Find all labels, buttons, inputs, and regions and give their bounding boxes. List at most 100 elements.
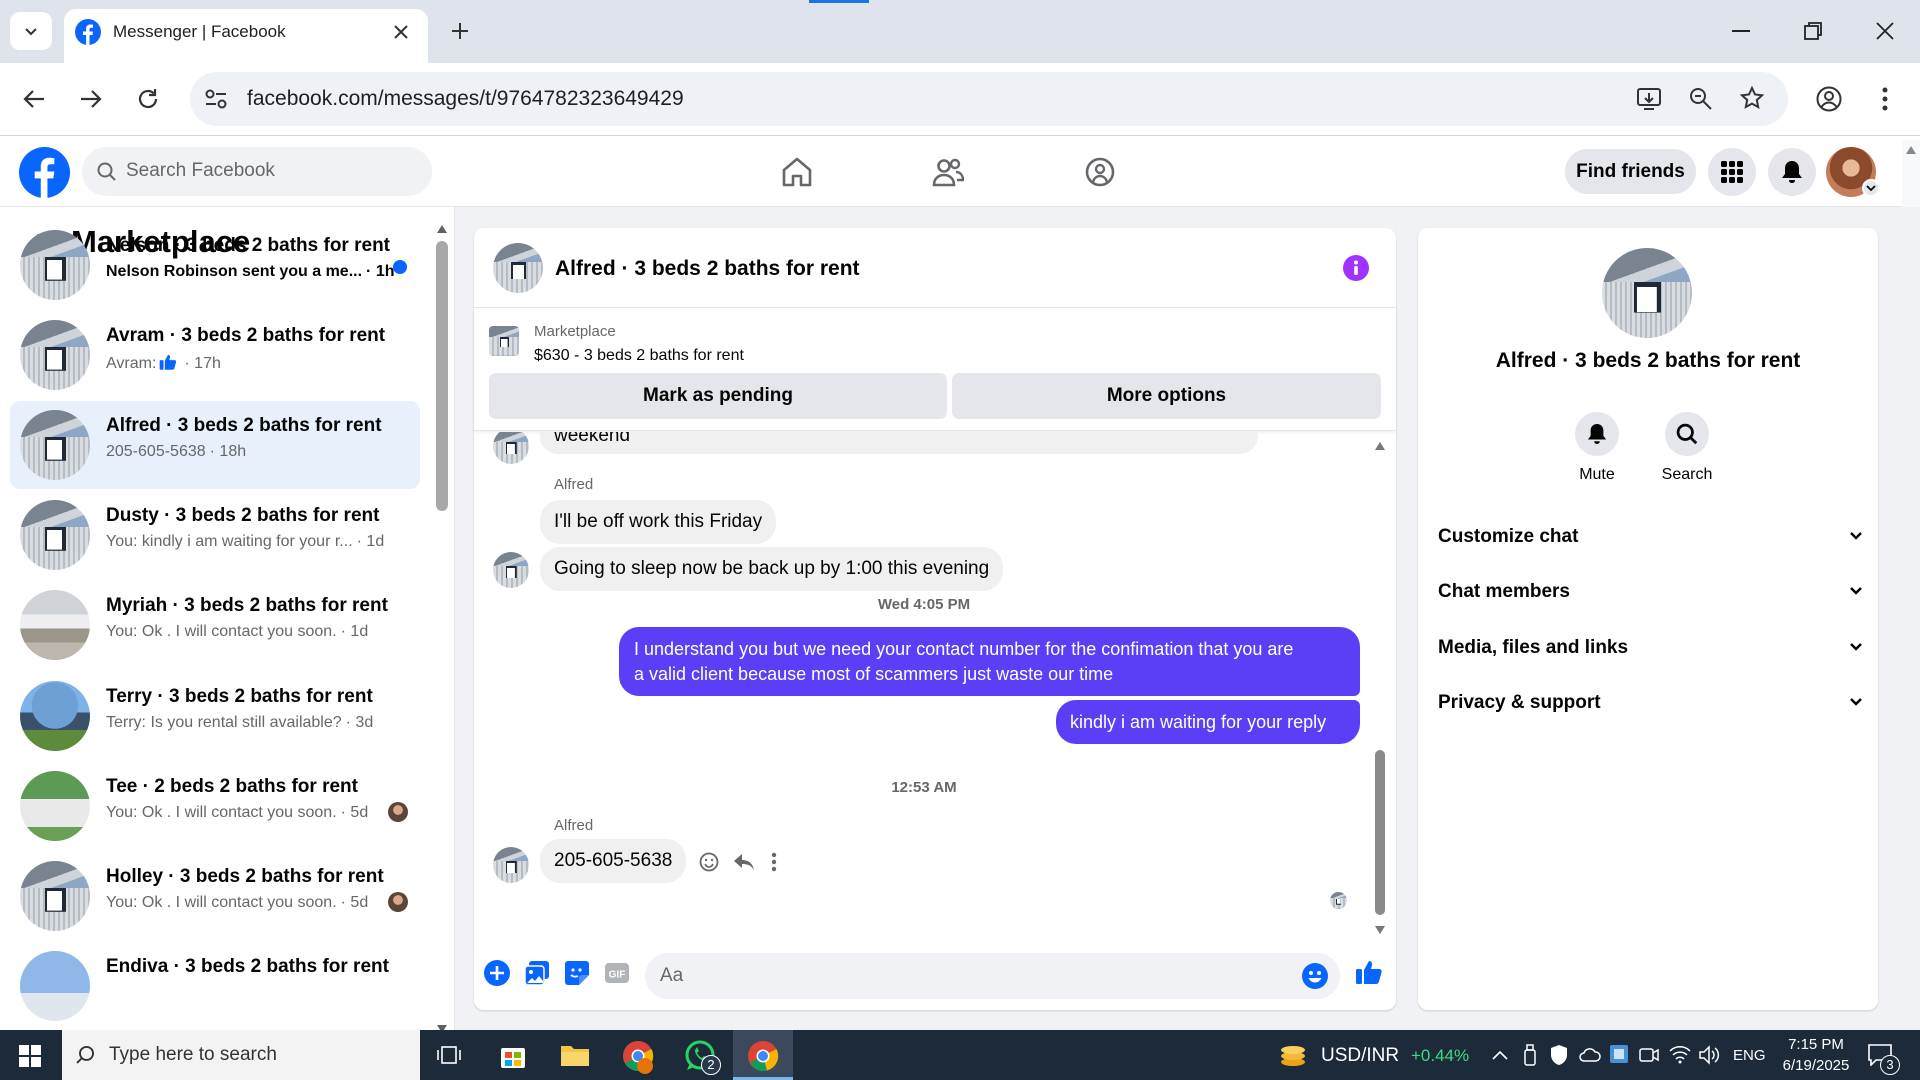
- more-options-button[interactable]: More options: [952, 373, 1381, 419]
- usb-device-icon[interactable]: [1524, 1044, 1536, 1066]
- chevron-down-icon: [1866, 185, 1876, 192]
- chat-avatar[interactable]: [493, 243, 543, 293]
- window-close-icon[interactable]: [1876, 22, 1894, 40]
- meet-now-icon[interactable]: [1639, 1045, 1659, 1065]
- message-input[interactable]: Aa: [645, 953, 1340, 999]
- notifications-button[interactable]: [1768, 148, 1816, 196]
- minimize-icon[interactable]: [1732, 30, 1750, 32]
- preview-text: You: kindly i am waiting for your r...: [106, 533, 353, 550]
- react-emoji-icon[interactable]: [699, 852, 719, 872]
- scroll-up-icon: [1375, 442, 1385, 450]
- browser-tab-messenger[interactable]: Messenger | Facebook: [64, 9, 428, 63]
- privacy-support-section[interactable]: Privacy & support: [1438, 683, 1863, 723]
- install-app-icon[interactable]: [1636, 86, 1662, 112]
- wifi-icon[interactable]: [1669, 1044, 1691, 1064]
- photo-icon[interactable]: [524, 960, 550, 986]
- account-dropdown[interactable]: [1862, 179, 1880, 197]
- chevron-up-icon[interactable]: [1492, 1050, 1508, 1060]
- message-bubble[interactable]: 205-605-5638: [540, 839, 687, 883]
- media-files-links-section[interactable]: Media, files and links: [1438, 628, 1863, 668]
- conversation-item[interactable]: Endiva · 3 beds 2 baths for rent: [10, 942, 420, 1030]
- microsoft-store-icon[interactable]: [499, 1042, 527, 1070]
- volume-icon[interactable]: [1699, 1045, 1721, 1065]
- kebab-menu-icon[interactable]: [1882, 87, 1888, 111]
- close-icon[interactable]: [394, 25, 408, 39]
- conversation-item[interactable]: Myriah · 3 beds 2 baths for rent You: Ok …: [10, 581, 420, 669]
- reload-icon[interactable]: [137, 88, 159, 110]
- thread-scrollbar[interactable]: [1372, 432, 1388, 938]
- conversation-name: Alfred · 3 beds 2 baths for rent: [106, 415, 382, 436]
- listing-banner: Marketplace $630 - 3 beds 2 baths for re…: [474, 309, 1396, 431]
- taskbar-active-app[interactable]: [733, 1030, 793, 1080]
- my-message-bubble[interactable]: I understand you but we need your contac…: [619, 627, 1360, 696]
- security-shield-icon[interactable]: [1549, 1044, 1569, 1066]
- taskbar-search-input[interactable]: Type here to search: [62, 1030, 420, 1080]
- conversation-avatar: [20, 500, 90, 570]
- system-clock[interactable]: 7:15 PM 6/19/2025: [1778, 1034, 1854, 1076]
- thread-scroll-thumb[interactable]: [1375, 750, 1385, 915]
- message-bubble[interactable]: Going to sleep now be back up by 1:00 th…: [540, 547, 1004, 591]
- back-arrow-icon[interactable]: [23, 89, 45, 109]
- details-name[interactable]: Alfred · 3 beds 2 baths for rent: [1418, 349, 1878, 373]
- message-bubble[interactable]: weekend: [540, 432, 1258, 454]
- message-line: I understand you but we need your contac…: [634, 639, 1294, 659]
- sender-avatar: [493, 432, 529, 464]
- conversation-item[interactable]: Holley · 3 beds 2 baths for rent You: Ok …: [10, 852, 420, 940]
- chat-title[interactable]: Alfred · 3 beds 2 baths for rent: [555, 257, 860, 281]
- ticker-symbol: USD/INR: [1321, 1045, 1400, 1066]
- windows-start-icon[interactable]: [19, 1045, 41, 1067]
- thumbs-up-icon[interactable]: [1355, 958, 1383, 986]
- friends-icon[interactable]: [932, 157, 964, 187]
- task-view-icon[interactable]: [437, 1044, 461, 1066]
- sticker-icon[interactable]: [564, 960, 590, 986]
- conversation-item[interactable]: Avram · 3 beds 2 baths for rent Avram: · 1…: [10, 311, 420, 399]
- mute-button[interactable]: Mute: [1573, 412, 1621, 484]
- listing-title[interactable]: $630 - 3 beds 2 baths for rent: [534, 347, 744, 365]
- tab-search-button[interactable]: [10, 12, 52, 50]
- facebook-header: Search Facebook Find friends: [0, 137, 1920, 207]
- message-input-placeholder: Aa: [660, 965, 684, 986]
- profile-icon[interactable]: [1816, 86, 1842, 112]
- onedrive-icon[interactable]: [1579, 1046, 1601, 1062]
- emoji-icon[interactable]: [1302, 963, 1328, 989]
- stocks-coins-icon[interactable]: [1279, 1042, 1307, 1068]
- zoom-icon[interactable]: [1689, 87, 1713, 111]
- language-indicator[interactable]: ENG: [1733, 1047, 1766, 1064]
- search-conversation-button[interactable]: Search: [1662, 412, 1712, 484]
- gif-icon[interactable]: GIF: [604, 960, 630, 986]
- reply-icon[interactable]: [733, 852, 755, 872]
- new-tab-plus-icon[interactable]: [451, 22, 469, 40]
- search-icon: [76, 1045, 94, 1064]
- conversation-item[interactable]: Tee · 2 beds 2 baths for rent You: Ok . I…: [10, 762, 420, 850]
- customize-chat-section[interactable]: Customize chat: [1438, 517, 1863, 557]
- more-dots-icon[interactable]: [771, 852, 777, 872]
- my-message-bubble[interactable]: kindly i am waiting for your reply: [1056, 700, 1360, 744]
- app-tray-icon[interactable]: [1609, 1044, 1629, 1064]
- conversation-item[interactable]: Alfred · 3 beds 2 baths for rent 205-605-…: [10, 401, 420, 489]
- conversation-item[interactable]: Terry · 3 beds 2 baths for rent Terry: Is…: [10, 672, 420, 760]
- conversation-item[interactable]: Dusty · 3 beds 2 baths for rent You: kind…: [10, 491, 420, 579]
- message-bubble[interactable]: I'll be off work this Friday: [540, 500, 777, 544]
- restore-icon[interactable]: [1804, 22, 1822, 40]
- conversation-item[interactable]: Nelson · 3 beds 2 baths for rent Nelson R…: [10, 221, 420, 309]
- forward-arrow-icon[interactable]: [80, 89, 102, 109]
- details-avatar[interactable]: [1602, 248, 1692, 338]
- groups-icon[interactable]: [1085, 157, 1115, 187]
- facebook-search-input[interactable]: Search Facebook: [82, 147, 432, 196]
- mark-as-pending-button[interactable]: Mark as pending: [489, 373, 947, 419]
- find-friends-button[interactable]: Find friends: [1565, 149, 1696, 194]
- sidebar-scrollbar[interactable]: [434, 221, 450, 1033]
- info-icon[interactable]: [1343, 255, 1369, 281]
- address-bar[interactable]: facebook.com/messages/t/9764782323649429: [190, 72, 1788, 126]
- sidebar-scroll-thumb[interactable]: [436, 241, 448, 511]
- file-explorer-icon[interactable]: [560, 1043, 590, 1067]
- site-settings-icon[interactable]: [204, 88, 228, 110]
- chat-members-section[interactable]: Chat members: [1438, 572, 1863, 612]
- bookmark-star-icon[interactable]: [1740, 86, 1764, 110]
- menu-button[interactable]: [1708, 148, 1756, 196]
- section-label: Privacy & support: [1438, 692, 1601, 713]
- home-icon[interactable]: [781, 157, 813, 187]
- plus-circle-icon[interactable]: [484, 960, 510, 986]
- facebook-logo-icon[interactable]: [19, 147, 70, 198]
- listing-thumbnail[interactable]: [489, 326, 519, 356]
